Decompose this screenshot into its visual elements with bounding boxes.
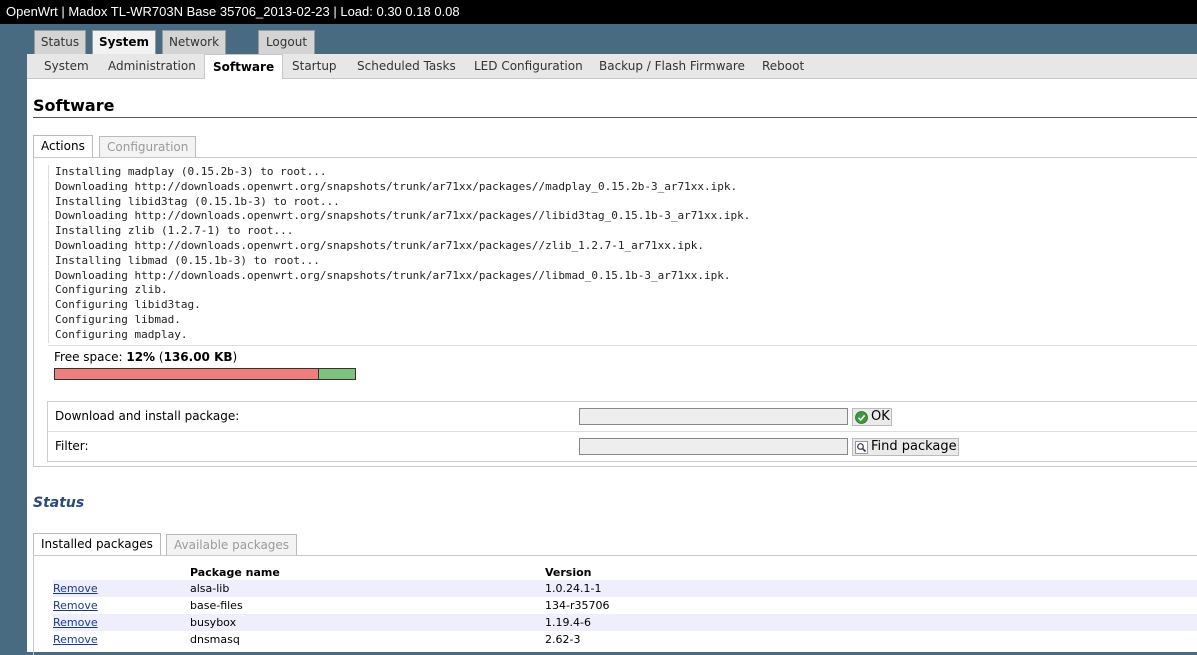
package-version: 134-r35706	[545, 599, 610, 612]
log-line: Installing libmad (0.15.1b-3) to root...	[55, 253, 320, 267]
find-package-label: Find package	[871, 439, 957, 454]
download-label: Download and install package:	[55, 409, 240, 423]
ok-button[interactable]: OK	[852, 408, 892, 426]
subtab-startup[interactable]: Startup	[292, 54, 337, 79]
log-line: Configuring libid3tag.	[55, 298, 201, 312]
log-line: Configuring zlib.	[55, 283, 168, 297]
status-heading: Status	[33, 495, 85, 511]
subtab-system[interactable]: System	[44, 54, 89, 79]
magnifier-icon	[855, 441, 868, 454]
column-header-package-name: Package name	[190, 565, 280, 579]
packages-table: Package name Version Remove alsa-lib 1.0…	[53, 564, 1197, 648]
package-name: busybox	[190, 614, 545, 631]
subtab-scheduled-tasks[interactable]: Scheduled Tasks	[357, 54, 456, 79]
package-name: dnsmasq	[190, 633, 240, 646]
install-log: Installing madplay (0.15.2b-3) to root..…	[48, 165, 1197, 343]
tab-installed-packages[interactable]: Installed packages	[33, 533, 161, 555]
free-space-percent: 12%	[126, 350, 156, 364]
used-space-fill	[55, 369, 319, 379]
column-header-version: Version	[545, 565, 592, 579]
log-line: Installing madplay (0.15.2b-3) to root..…	[55, 165, 327, 178]
free-space-bar	[54, 368, 356, 380]
log-line: Installing zlib (1.2.7-1) to root...	[55, 224, 294, 238]
subtab-backup-flash-firmware[interactable]: Backup / Flash Firmware	[599, 54, 745, 79]
package-name: alsa-lib	[190, 580, 545, 597]
log-line: Configuring madplay.	[55, 327, 188, 341]
log-line: Configuring libmad.	[55, 312, 181, 326]
ok-button-label: OK	[871, 409, 890, 424]
package-version: 1.19.4-6	[545, 614, 1197, 631]
log-divider	[48, 345, 1197, 346]
top-tab-status[interactable]: Status	[34, 30, 86, 54]
table-row: Remove alsa-lib 1.0.24.1-1	[53, 580, 1197, 597]
download-package-input[interactable]	[579, 408, 848, 425]
top-tab-system[interactable]: System	[92, 30, 156, 55]
submenu-bar: System Administration Software Startup S…	[27, 54, 1197, 80]
free-space-label: Free space:	[54, 350, 123, 364]
log-line: Downloading http://downloads.openwrt.org…	[55, 209, 751, 223]
package-version: 2.62-3	[545, 633, 581, 646]
package-name: base-files	[190, 599, 243, 612]
form-divider	[48, 431, 1197, 432]
subtab-reboot[interactable]: Reboot	[762, 54, 804, 79]
page-title: Software	[33, 96, 115, 115]
remove-link[interactable]: Remove	[53, 582, 98, 595]
title-divider	[33, 117, 1197, 118]
filter-input[interactable]	[579, 438, 848, 455]
subtab-software[interactable]: Software	[204, 54, 284, 80]
column-header-action	[53, 564, 190, 580]
tab-configuration[interactable]: Configuration	[99, 136, 197, 158]
package-form: Download and install package: OK Filter:…	[47, 401, 1197, 462]
logout-tab[interactable]: Logout	[258, 30, 315, 54]
log-line: Downloading http://downloads.openwrt.org…	[55, 179, 738, 193]
remove-link[interactable]: Remove	[53, 633, 98, 646]
table-row: Remove base-files 134-r35706	[53, 597, 1197, 614]
filter-label: Filter:	[55, 439, 89, 453]
main-content: Software Actions Configuration Installin…	[27, 79, 1197, 655]
find-package-button[interactable]: Find package	[852, 438, 959, 456]
packages-panel: Package name Version Remove alsa-lib 1.0…	[33, 555, 1197, 655]
log-line: Installing libid3tag (0.15.1b-3) to root…	[55, 194, 340, 208]
remove-link[interactable]: Remove	[53, 599, 98, 612]
subtab-led-configuration[interactable]: LED Configuration	[474, 54, 583, 79]
log-line: Downloading http://downloads.openwrt.org…	[55, 268, 731, 282]
table-row: Remove dnsmasq 2.62-3	[53, 631, 1197, 648]
log-line: Downloading http://downloads.openwrt.org…	[55, 238, 705, 252]
top-tab-network[interactable]: Network	[162, 30, 226, 54]
tab-available-packages[interactable]: Available packages	[166, 534, 298, 556]
free-space-text: Free space: 12% (136.00 KB)	[54, 350, 238, 364]
check-icon	[855, 411, 868, 424]
tab-actions[interactable]: Actions	[33, 135, 93, 157]
window-title: OpenWrt | Madox TL-WR703N Base 35706_201…	[0, 0, 1197, 24]
remove-link[interactable]: Remove	[53, 616, 98, 629]
table-row: Remove busybox 1.19.4-6	[53, 614, 1197, 631]
actions-panel: Installing madplay (0.15.2b-3) to root..…	[33, 157, 1197, 467]
package-version: 1.0.24.1-1	[545, 580, 1197, 597]
table-header: Package name Version	[53, 564, 1197, 580]
subtab-administration[interactable]: Administration	[108, 54, 196, 79]
free-space-size: 136.00 KB	[163, 350, 233, 364]
